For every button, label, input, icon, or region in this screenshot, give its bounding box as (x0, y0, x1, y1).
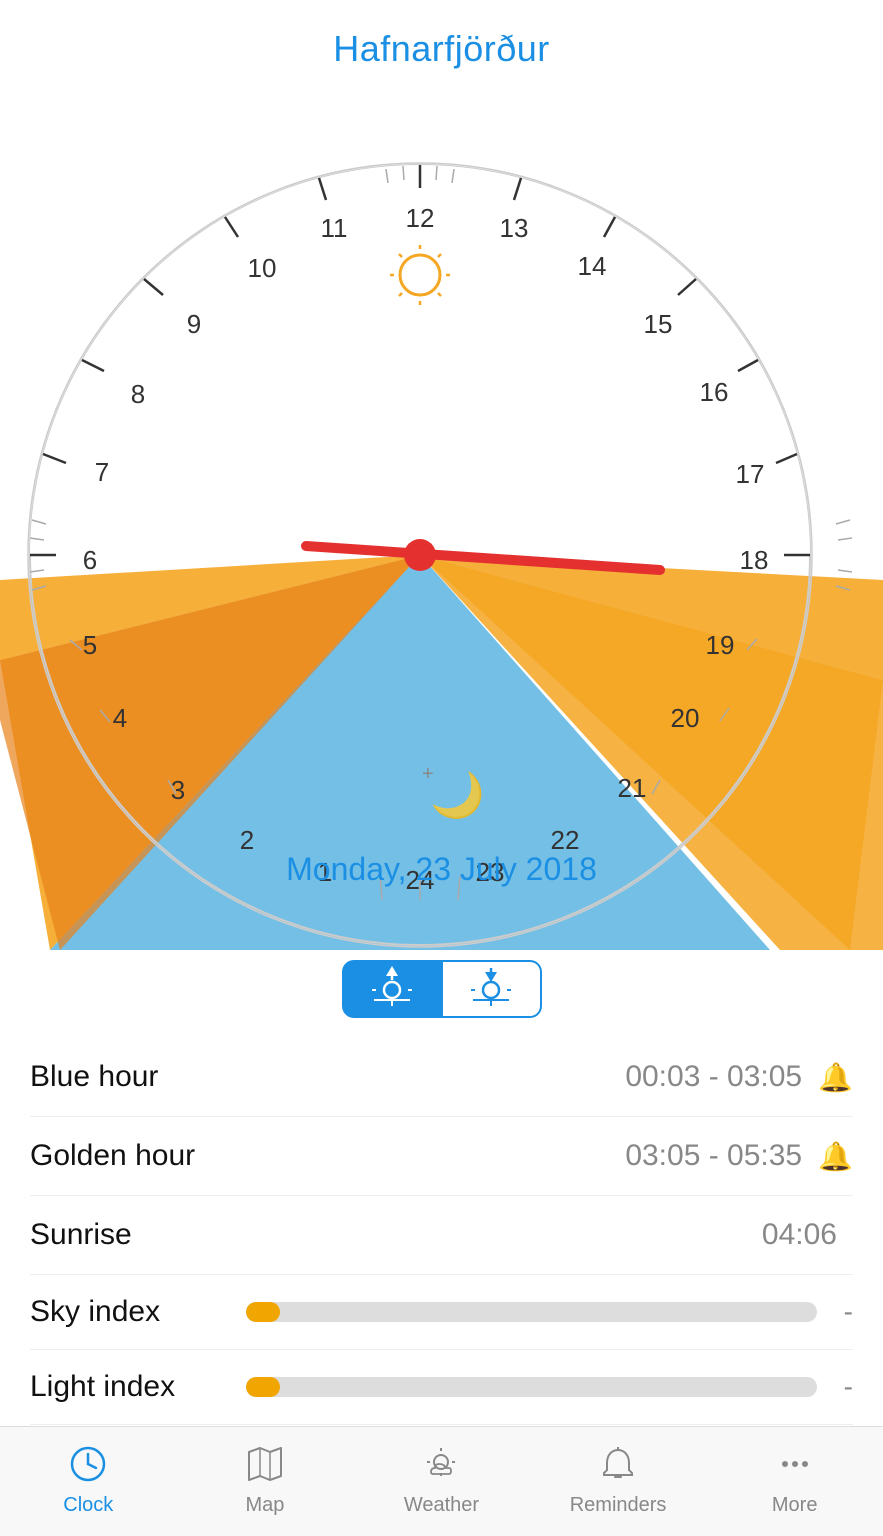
sunrise-toggle[interactable] (342, 960, 442, 1018)
nav-item-clock[interactable]: Clock (0, 1427, 177, 1536)
hour-19: 19 (706, 630, 735, 660)
hour-7: 7 (95, 457, 109, 487)
nav-more-label: More (772, 1494, 818, 1517)
sunrise-value: 04:06 (762, 1218, 837, 1252)
hour-8: 8 (131, 379, 145, 409)
hour-16: 16 (700, 377, 729, 407)
city-title: Hafnarfjörður (0, 28, 883, 70)
light-index-value: - (833, 1371, 853, 1403)
nav-reminders-label: Reminders (570, 1494, 667, 1517)
light-index-row: Light index - (30, 1350, 853, 1425)
sky-index-label: Sky index (30, 1295, 230, 1329)
sky-index-row: Sky index - (30, 1275, 853, 1350)
hour-18: 18 (740, 545, 769, 575)
clock-svg: 6 7 8 9 10 11 12 (0, 80, 883, 950)
sunset-toggle[interactable] (442, 960, 542, 1018)
blue-hour-value: 00:03 - 03:05 (625, 1060, 802, 1094)
sky-index-fill (246, 1302, 280, 1322)
moon-icon: 🌙 + (422, 763, 485, 821)
nav-item-more[interactable]: More (706, 1427, 883, 1536)
weather-nav-icon (423, 1446, 459, 1490)
hour-15: 15 (644, 309, 673, 339)
light-index-bar (246, 1377, 817, 1397)
nav-item-weather[interactable]: Weather (353, 1427, 530, 1536)
hour-4: 4 (113, 703, 127, 733)
clock-container: 6 7 8 9 10 11 12 (0, 80, 883, 950)
hour-9: 9 (187, 309, 201, 339)
hour-12: 12 (406, 203, 435, 233)
reminders-nav-icon (600, 1446, 636, 1490)
nav-weather-label: Weather (404, 1494, 479, 1517)
date-display: Monday, 23 July 2018 (286, 851, 597, 888)
light-index-fill (246, 1377, 280, 1397)
hour-21: 21 (618, 773, 647, 803)
header: Hafnarfjörður (0, 0, 883, 80)
hour-20: 20 (671, 703, 700, 733)
svg-text:+: + (422, 763, 434, 785)
nav-item-reminders[interactable]: Reminders (530, 1427, 707, 1536)
info-section: Blue hour 00:03 - 03:05 🔔 Golden hour 03… (0, 1038, 883, 1425)
sky-index-bar (246, 1302, 817, 1322)
blue-hour-bell[interactable]: 🔔 (818, 1061, 853, 1094)
hour-13: 13 (500, 213, 529, 243)
bottom-nav: Clock Map Weather (0, 1426, 883, 1536)
hour-5: 5 (83, 630, 97, 660)
hour-6: 6 (83, 545, 97, 575)
map-nav-icon (247, 1446, 283, 1490)
sunrise-label: Sunrise (30, 1218, 762, 1252)
golden-hour-value: 03:05 - 05:35 (625, 1139, 802, 1173)
golden-hour-label: Golden hour (30, 1139, 625, 1173)
hour-17: 17 (736, 459, 765, 489)
blue-hour-row: Blue hour 00:03 - 03:05 🔔 (30, 1038, 853, 1117)
golden-hour-bell[interactable]: 🔔 (818, 1140, 853, 1173)
light-index-label: Light index (30, 1370, 230, 1404)
sunrise-icon (368, 966, 416, 1013)
hour-11: 11 (321, 213, 348, 243)
svg-text:🌙: 🌙 (430, 770, 485, 821)
clock-nav-icon (70, 1446, 106, 1490)
golden-hour-row: Golden hour 03:05 - 05:35 🔔 (30, 1117, 853, 1196)
nav-clock-label: Clock (63, 1494, 113, 1517)
blue-hour-label: Blue hour (30, 1060, 625, 1094)
hour-2: 2 (240, 825, 254, 855)
toggle-group (0, 960, 883, 1018)
more-nav-icon (777, 1446, 813, 1490)
sunset-icon (467, 966, 515, 1013)
nav-map-label: Map (245, 1494, 284, 1517)
nav-item-map[interactable]: Map (177, 1427, 354, 1536)
hour-14: 14 (578, 251, 607, 281)
sky-index-value: - (833, 1296, 853, 1328)
hour-10: 10 (248, 253, 277, 283)
sunrise-row: Sunrise 04:06 (30, 1196, 853, 1275)
